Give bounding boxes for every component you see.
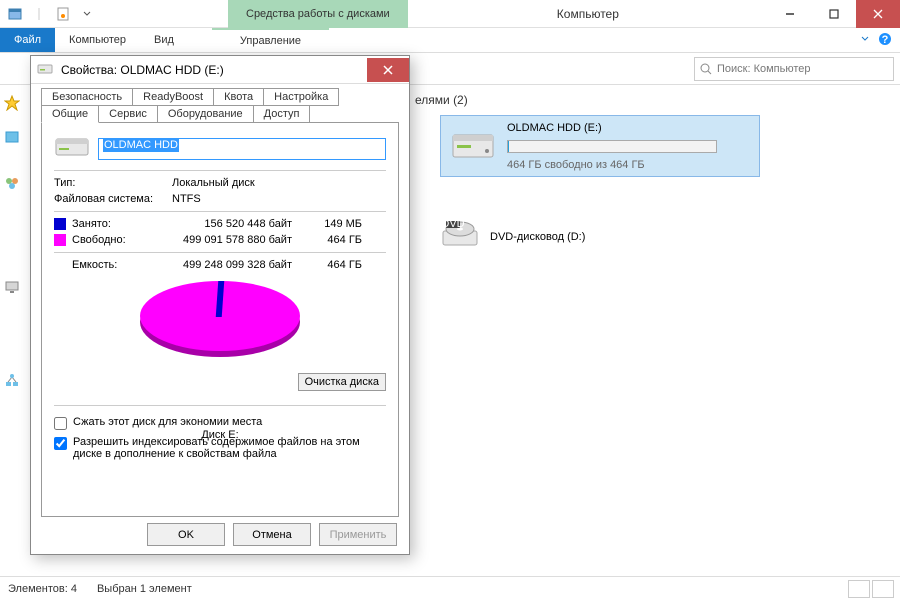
volume-name-input[interactable]: OLDMAC HDD bbox=[98, 138, 386, 160]
ribbon-tab-view[interactable]: Вид bbox=[140, 28, 188, 52]
quick-access-toolbar bbox=[0, 3, 98, 25]
disk-label: Диск E: bbox=[54, 429, 386, 441]
cancel-button[interactable]: Отмена bbox=[233, 523, 311, 546]
capacity-label: Емкость: bbox=[54, 259, 172, 271]
tab-quota[interactable]: Квота bbox=[213, 88, 264, 106]
type-label: Тип: bbox=[54, 177, 172, 189]
status-count: Элементов: 4 bbox=[8, 583, 77, 595]
properties-dialog: Свойства: OLDMAC HDD (E:) Безопасность R… bbox=[30, 55, 410, 555]
fs-value: NTFS bbox=[172, 193, 201, 205]
type-value: Локальный диск bbox=[172, 177, 255, 189]
view-tiles-button[interactable] bbox=[872, 580, 894, 598]
category-devices: елями (2) bbox=[415, 85, 468, 115]
compress-checkbox[interactable]: Сжать этот диск для экономии места bbox=[54, 416, 386, 430]
ribbon-chevron-icon[interactable] bbox=[860, 34, 870, 47]
tab-sharing[interactable]: Доступ bbox=[253, 105, 311, 123]
ok-button[interactable]: OK bbox=[147, 523, 225, 546]
fs-label: Файловая система: bbox=[54, 193, 172, 205]
maximize-button[interactable] bbox=[812, 0, 856, 28]
svg-text:?: ? bbox=[882, 34, 889, 46]
drive-large-icon bbox=[54, 133, 90, 164]
context-tab-drive-tools: Средства работы с дисками bbox=[228, 0, 408, 28]
capacity-human: 464 ГБ bbox=[302, 259, 362, 271]
homegroup-icon[interactable] bbox=[4, 175, 20, 191]
search-input[interactable]: Поиск: Компьютер bbox=[694, 57, 894, 81]
libraries-icon[interactable] bbox=[4, 129, 20, 145]
disk-cleanup-button[interactable]: Очистка диска bbox=[298, 373, 386, 391]
view-details-button[interactable] bbox=[848, 580, 870, 598]
dvd-label: DVD-дисковод (D:) bbox=[490, 231, 585, 243]
search-placeholder: Поиск: Компьютер bbox=[717, 63, 811, 75]
tab-security[interactable]: Безопасность bbox=[41, 88, 133, 106]
computer-icon[interactable] bbox=[4, 279, 20, 295]
network-icon[interactable] bbox=[4, 373, 20, 389]
ribbon-tab-file[interactable]: Файл bbox=[0, 28, 55, 52]
dropdown-icon[interactable] bbox=[76, 3, 98, 25]
search-icon bbox=[699, 62, 713, 76]
help-icon[interactable]: ? bbox=[878, 32, 892, 49]
free-bytes: 499 091 578 880 байт bbox=[172, 234, 302, 246]
close-button[interactable] bbox=[856, 0, 900, 28]
usage-pie bbox=[140, 281, 300, 351]
ribbon-tab-computer[interactable]: Компьютер bbox=[55, 28, 140, 52]
status-bar: Элементов: 4 Выбран 1 элемент bbox=[0, 576, 900, 600]
dialog-title: Свойства: OLDMAC HDD (E:) bbox=[61, 63, 367, 77]
free-human: 464 ГБ bbox=[302, 234, 362, 246]
properties-icon[interactable] bbox=[52, 3, 74, 25]
system-menu-icon[interactable] bbox=[4, 3, 26, 25]
capacity-bytes: 499 248 099 328 байт bbox=[172, 259, 302, 271]
tab-hardware[interactable]: Оборудование bbox=[157, 105, 254, 123]
free-label: Свободно: bbox=[54, 234, 172, 246]
svg-text:DVD: DVD bbox=[441, 218, 464, 230]
favorites-icon[interactable] bbox=[4, 95, 20, 111]
usage-bar bbox=[507, 140, 717, 153]
tab-readyboost[interactable]: ReadyBoost bbox=[132, 88, 214, 106]
apply-button[interactable]: Применить bbox=[319, 523, 397, 546]
used-label: Занято: bbox=[54, 218, 172, 230]
used-human: 149 МБ bbox=[302, 218, 362, 230]
ribbon-tab-manage[interactable]: Управление bbox=[212, 28, 329, 52]
used-bytes: 156 520 448 байт bbox=[172, 218, 302, 230]
window-title: Компьютер bbox=[408, 7, 768, 21]
dvd-icon: DVD bbox=[440, 215, 480, 258]
minimize-button[interactable] bbox=[768, 0, 812, 28]
nav-pane bbox=[0, 85, 24, 576]
tab-customize[interactable]: Настройка bbox=[263, 88, 339, 106]
drive-small-icon bbox=[37, 60, 55, 79]
drive-name: OLDMAC HDD (E:) bbox=[507, 122, 717, 134]
drive-tile-oldmac[interactable]: OLDMAC HDD (E:) 464 ГБ свободно из 464 Г… bbox=[440, 115, 760, 177]
tab-general[interactable]: Общие bbox=[41, 105, 99, 123]
ribbon: Файл Компьютер Вид Управление ? bbox=[0, 28, 900, 53]
tab-tools[interactable]: Сервис bbox=[98, 105, 158, 123]
qat-separator bbox=[28, 3, 50, 25]
drive-tile-dvd[interactable]: DVD DVD-дисковод (D:) bbox=[440, 215, 585, 258]
title-bar: Средства работы с дисками Компьютер bbox=[0, 0, 900, 28]
status-selection: Выбран 1 элемент bbox=[97, 583, 192, 595]
dialog-close-button[interactable] bbox=[367, 58, 409, 82]
hdd-icon bbox=[449, 121, 497, 172]
drive-subtext: 464 ГБ свободно из 464 ГБ bbox=[507, 159, 717, 171]
